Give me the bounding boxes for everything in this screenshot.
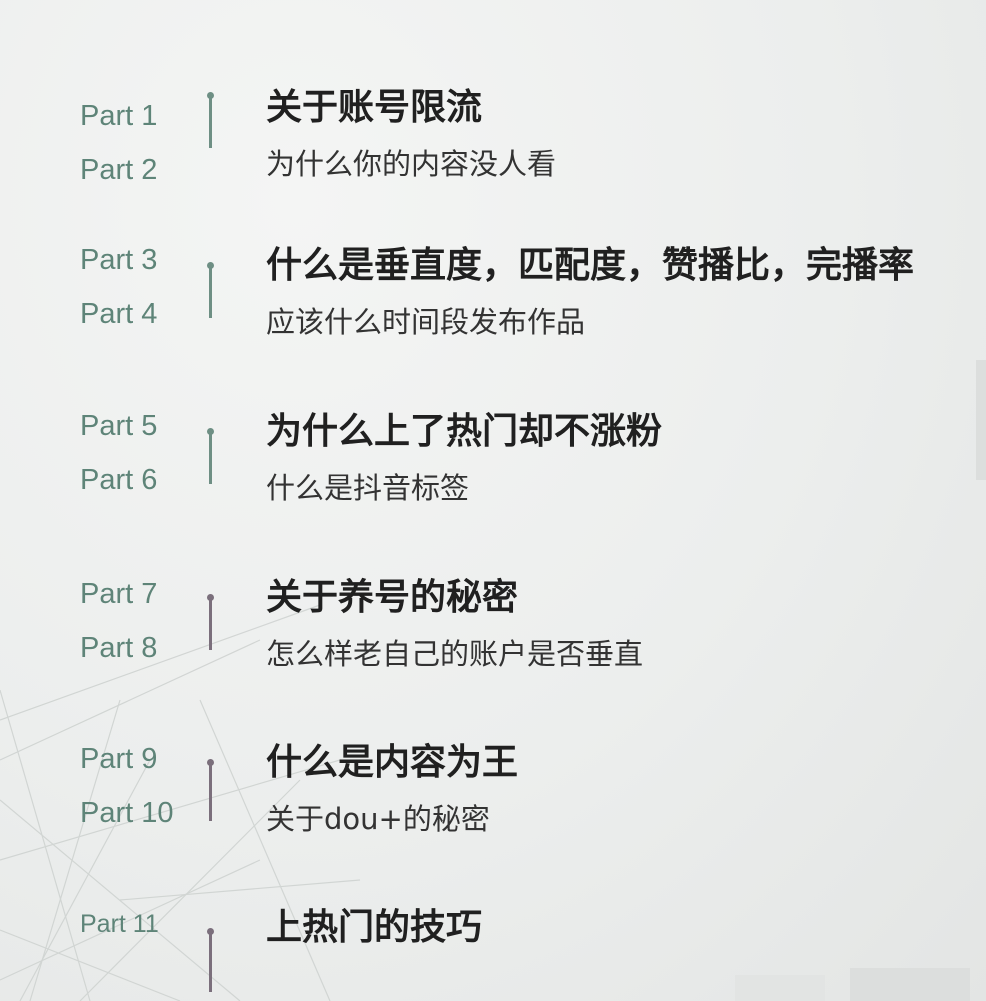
divider-dot-icon — [207, 428, 214, 435]
section-divider — [207, 594, 214, 650]
part-label: Part 10 — [80, 797, 174, 829]
section-title: 关于养号的秘密 — [266, 577, 519, 618]
divider-dot-icon — [207, 262, 214, 269]
toc-section: Part 5 Part 6 为什么上了热门却不涨粉 什么是抖音标签 — [0, 410, 986, 530]
part-label: Part 1 — [80, 100, 158, 132]
divider-dot-icon — [207, 759, 214, 766]
section-title: 上热门的技巧 — [266, 907, 483, 948]
part-label: Part 8 — [80, 632, 158, 664]
section-divider — [207, 92, 214, 148]
section-subtitle: 怎么样老自己的账户是否垂直 — [266, 637, 644, 671]
section-subtitle: 应该什么时间段发布作品 — [266, 305, 586, 339]
toc-section: Part 9 Part 10 什么是内容为王 关于dou+的秘密 — [0, 741, 986, 861]
section-subtitle: 为什么你的内容没人看 — [266, 147, 557, 181]
section-divider — [207, 262, 214, 318]
part-label: Part 4 — [80, 298, 158, 330]
divider-dot-icon — [207, 594, 214, 601]
section-title: 什么是内容为王 — [266, 742, 519, 783]
toc-section: Part 3 Part 4 什么是垂直度，匹配度，赞播比，完播率 应该什么时间段… — [0, 244, 986, 364]
part-label: Part 9 — [80, 743, 158, 775]
section-divider — [207, 759, 214, 821]
divider-dot-icon — [207, 92, 214, 99]
section-divider — [207, 428, 214, 484]
section-divider — [207, 928, 214, 992]
part-label: Part 11 — [80, 910, 159, 938]
section-subtitle: 什么是抖音标签 — [266, 471, 470, 505]
section-title: 什么是垂直度，匹配度，赞播比，完播率 — [266, 245, 915, 286]
part-label: Part 2 — [80, 154, 158, 186]
divider-dot-icon — [207, 928, 214, 935]
part-label: Part 7 — [80, 578, 158, 610]
toc-section: Part 1 Part 2 关于账号限流 为什么你的内容没人看 — [0, 86, 986, 206]
part-label: Part 3 — [80, 244, 158, 276]
toc-section: Part 7 Part 8 关于养号的秘密 怎么样老自己的账户是否垂直 — [0, 576, 986, 696]
section-subtitle: 关于dou+的秘密 — [266, 802, 490, 836]
section-title: 为什么上了热门却不涨粉 — [266, 411, 663, 452]
toc-section: Part 11 上热门的技巧 — [0, 906, 986, 1001]
part-label: Part 5 — [80, 410, 158, 442]
section-title: 关于账号限流 — [266, 87, 483, 128]
part-label: Part 6 — [80, 464, 158, 496]
